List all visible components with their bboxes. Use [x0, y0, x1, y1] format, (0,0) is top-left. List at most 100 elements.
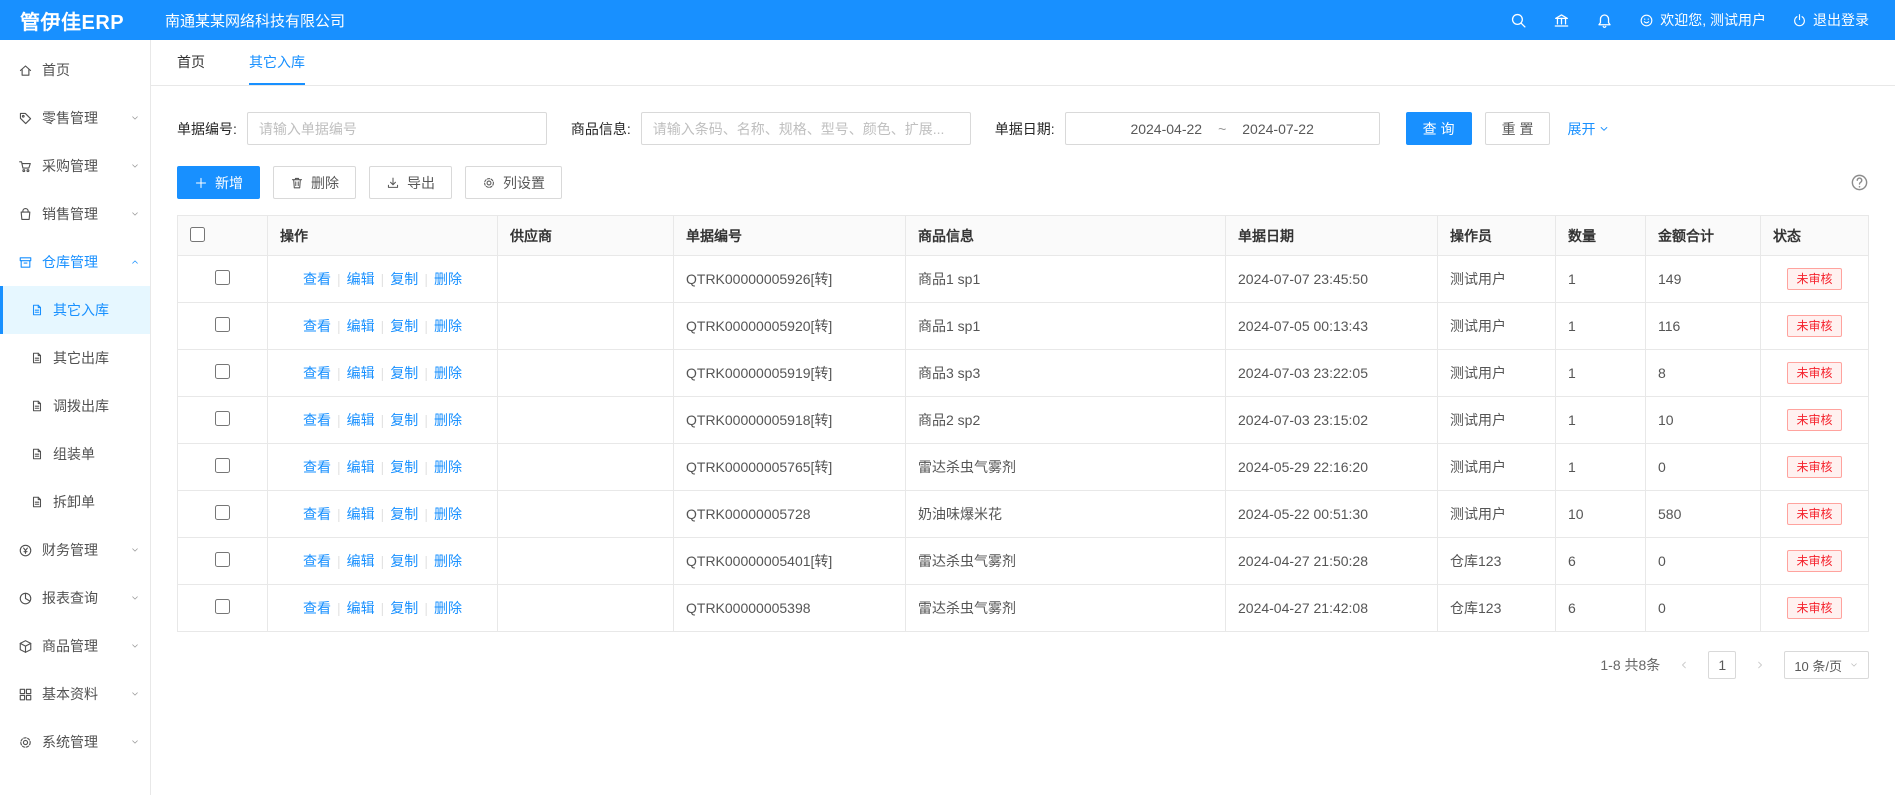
- cell-amount: 580: [1646, 491, 1761, 538]
- tab-other-inbound[interactable]: 其它入库: [249, 40, 305, 85]
- tab-home[interactable]: 首页: [177, 40, 205, 85]
- sidebar-item-home[interactable]: 首页: [0, 46, 150, 94]
- row-action-delete[interactable]: 删除: [434, 412, 462, 428]
- action-separator: |: [337, 459, 341, 475]
- row-action-view[interactable]: 查看: [303, 271, 331, 287]
- row-action-delete[interactable]: 删除: [434, 365, 462, 381]
- cell-supplier: [498, 585, 674, 632]
- product-info-input[interactable]: [641, 112, 971, 145]
- row-checkbox[interactable]: [215, 458, 230, 473]
- row-action-copy[interactable]: 复制: [390, 506, 418, 522]
- sidebar-item-other-outbound[interactable]: 其它出库: [0, 334, 150, 382]
- row-action-edit[interactable]: 编辑: [347, 365, 375, 381]
- row-action-delete[interactable]: 删除: [434, 506, 462, 522]
- row-action-edit[interactable]: 编辑: [347, 271, 375, 287]
- table-row: 查看|编辑|复制|删除 QTRK00000005926[转] 商品1 sp1 2…: [178, 256, 1869, 303]
- document-icon: [30, 495, 44, 509]
- cell-doc-no: QTRK00000005926[转]: [674, 256, 906, 303]
- date-range-picker[interactable]: 2024-04-22 ~ 2024-07-22: [1065, 112, 1380, 145]
- row-action-delete[interactable]: 删除: [434, 600, 462, 616]
- row-checkbox[interactable]: [215, 505, 230, 520]
- row-checkbox[interactable]: [215, 552, 230, 567]
- row-action-edit[interactable]: 编辑: [347, 318, 375, 334]
- doc-no-input[interactable]: [247, 112, 547, 145]
- sidebar-item-warehouse-management[interactable]: 仓库管理: [0, 238, 150, 286]
- header-search-button[interactable]: [1510, 12, 1527, 29]
- row-action-edit[interactable]: 编辑: [347, 506, 375, 522]
- sidebar-item-purchase-management[interactable]: 采购管理: [0, 142, 150, 190]
- sidebar-item-product-management[interactable]: 商品管理: [0, 622, 150, 670]
- row-action-delete[interactable]: 删除: [434, 318, 462, 334]
- row-checkbox[interactable]: [215, 270, 230, 285]
- document-icon: [30, 399, 44, 413]
- sidebar-item-report-query[interactable]: 报表查询: [0, 574, 150, 622]
- delete-button[interactable]: 删除: [273, 166, 356, 199]
- header-notifications-button[interactable]: [1596, 12, 1613, 29]
- row-action-delete[interactable]: 删除: [434, 459, 462, 475]
- cell-date: 2024-04-27 21:50:28: [1226, 538, 1438, 585]
- row-action-view[interactable]: 查看: [303, 600, 331, 616]
- row-action-view[interactable]: 查看: [303, 318, 331, 334]
- cell-qty: 1: [1556, 350, 1646, 397]
- row-action-edit[interactable]: 编辑: [347, 412, 375, 428]
- document-icon: [30, 447, 44, 461]
- sidebar-item-sales-management[interactable]: 销售管理: [0, 190, 150, 238]
- export-button[interactable]: 导出: [369, 166, 452, 199]
- cell-date: 2024-04-27 21:42:08: [1226, 585, 1438, 632]
- row-checkbox[interactable]: [215, 317, 230, 332]
- chevron-down-icon: [130, 641, 140, 651]
- add-label: 新增: [215, 173, 243, 193]
- row-action-copy[interactable]: 复制: [390, 318, 418, 334]
- sidebar-item-disassembly-order[interactable]: 拆卸单: [0, 478, 150, 526]
- page-number-button[interactable]: 1: [1708, 651, 1736, 679]
- date-from-value[interactable]: 2024-04-22: [1130, 121, 1202, 137]
- row-action-view[interactable]: 查看: [303, 459, 331, 475]
- row-checkbox[interactable]: [215, 599, 230, 614]
- chevron-down-icon: [130, 113, 140, 123]
- cell-amount: 10: [1646, 397, 1761, 444]
- prev-page-button[interactable]: [1670, 651, 1698, 679]
- welcome-user[interactable]: 欢迎您, 测试用户: [1639, 10, 1766, 30]
- select-all-checkbox[interactable]: [190, 227, 205, 242]
- row-action-view[interactable]: 查看: [303, 506, 331, 522]
- logout-button[interactable]: 退出登录: [1792, 10, 1869, 30]
- status-badge: 未审核: [1787, 597, 1841, 619]
- row-action-copy[interactable]: 复制: [390, 412, 418, 428]
- page-size-select[interactable]: 10 条/页: [1784, 651, 1869, 679]
- date-to-value[interactable]: 2024-07-22: [1242, 121, 1314, 137]
- sidebar-item-basic-data[interactable]: 基本资料: [0, 670, 150, 718]
- row-action-edit[interactable]: 编辑: [347, 459, 375, 475]
- sidebar-item-finance-management[interactable]: 财务管理: [0, 526, 150, 574]
- row-checkbox[interactable]: [215, 364, 230, 379]
- sidebar-item-transfer-outbound[interactable]: 调拨出库: [0, 382, 150, 430]
- expand-toggle[interactable]: 展开: [1567, 119, 1610, 139]
- add-button[interactable]: 新增: [177, 166, 260, 199]
- search-button[interactable]: 查 询: [1406, 112, 1472, 145]
- cell-doc-no: QTRK00000005918[转]: [674, 397, 906, 444]
- action-separator: |: [337, 412, 341, 428]
- reset-button[interactable]: 重 置: [1485, 112, 1551, 145]
- sidebar-item-label: 采购管理: [42, 156, 130, 176]
- row-action-copy[interactable]: 复制: [390, 553, 418, 569]
- header-org-button[interactable]: [1553, 12, 1570, 29]
- row-action-edit[interactable]: 编辑: [347, 600, 375, 616]
- help-button[interactable]: [1850, 173, 1869, 192]
- row-action-view[interactable]: 查看: [303, 553, 331, 569]
- sidebar-item-retail-management[interactable]: 零售管理: [0, 94, 150, 142]
- row-action-edit[interactable]: 编辑: [347, 553, 375, 569]
- row-action-copy[interactable]: 复制: [390, 459, 418, 475]
- row-action-view[interactable]: 查看: [303, 412, 331, 428]
- next-page-button[interactable]: [1746, 651, 1774, 679]
- sidebar-item-system-management[interactable]: 系统管理: [0, 718, 150, 766]
- column-settings-button[interactable]: 列设置: [465, 166, 562, 199]
- sidebar-item-other-inbound[interactable]: 其它入库: [0, 286, 150, 334]
- row-checkbox[interactable]: [215, 411, 230, 426]
- sidebar-item-assembly-order[interactable]: 组装单: [0, 430, 150, 478]
- row-action-copy[interactable]: 复制: [390, 271, 418, 287]
- row-action-delete[interactable]: 删除: [434, 553, 462, 569]
- row-action-delete[interactable]: 删除: [434, 271, 462, 287]
- row-action-view[interactable]: 查看: [303, 365, 331, 381]
- row-action-copy[interactable]: 复制: [390, 365, 418, 381]
- bank-icon: [1553, 12, 1570, 29]
- row-action-copy[interactable]: 复制: [390, 600, 418, 616]
